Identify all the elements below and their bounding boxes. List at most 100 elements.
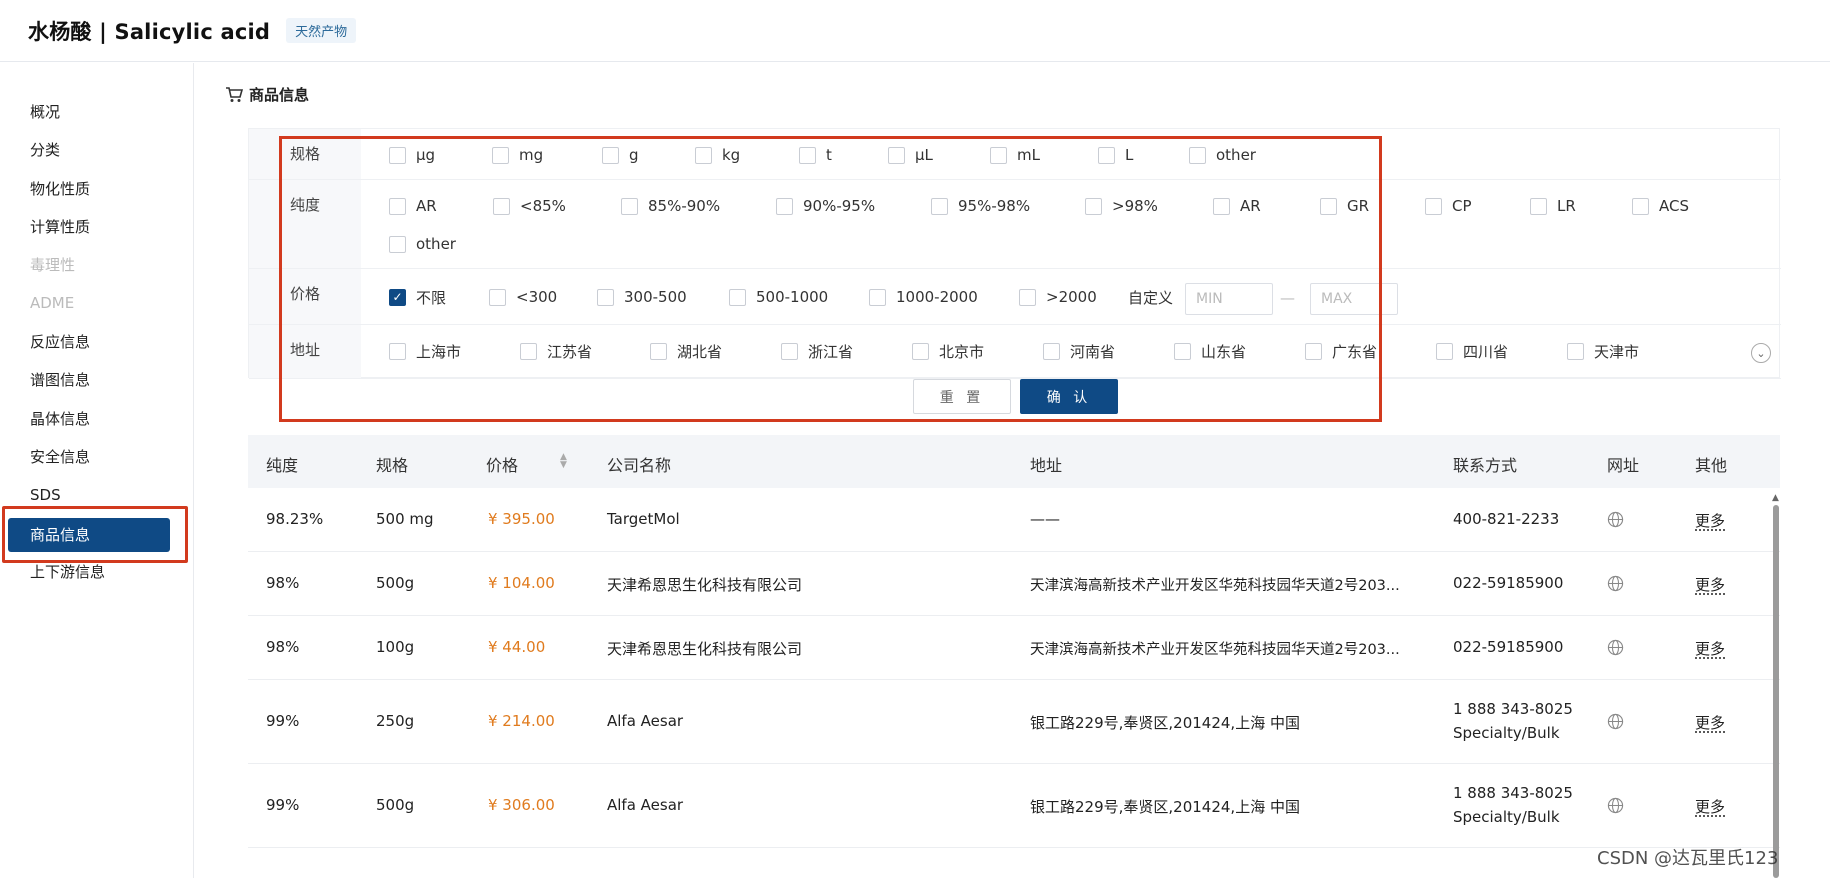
purity-option[interactable]: AR — [1213, 196, 1261, 216]
checkbox[interactable] — [729, 288, 746, 306]
sidebar-item-products[interactable]: 商品信息 — [8, 518, 170, 552]
reset-button[interactable]: 重 置 — [913, 379, 1011, 414]
checkbox[interactable] — [1305, 342, 1322, 360]
spec-option-l[interactable]: L — [1098, 145, 1133, 165]
price-option[interactable]: 300-500 — [597, 287, 687, 307]
checkbox[interactable] — [799, 146, 816, 164]
checkbox[interactable] — [389, 197, 406, 215]
price-option[interactable]: <300 — [489, 287, 557, 307]
spec-option-kg[interactable]: kg — [695, 145, 740, 165]
chevron-down-icon[interactable]: ⌄ — [1751, 343, 1771, 363]
checkbox[interactable] — [1425, 197, 1442, 215]
globe-icon[interactable] — [1607, 639, 1624, 656]
checkbox[interactable] — [888, 146, 905, 164]
checkbox[interactable] — [489, 288, 506, 306]
address-option[interactable]: 广东省 — [1305, 341, 1377, 361]
sidebar-item-computed[interactable]: 计算性质 — [30, 216, 90, 238]
spec-option-ul[interactable]: μL — [888, 145, 933, 165]
checkbox[interactable] — [1043, 342, 1060, 360]
purity-option[interactable]: >98% — [1085, 196, 1158, 216]
purity-option[interactable]: AR — [389, 196, 437, 216]
checkbox[interactable] — [389, 146, 406, 164]
globe-icon[interactable] — [1607, 511, 1624, 528]
globe-icon[interactable] — [1607, 575, 1624, 592]
checkbox[interactable] — [389, 235, 406, 253]
checkbox[interactable] — [869, 288, 886, 306]
sidebar-item-overview[interactable]: 概况 — [30, 101, 60, 123]
vertical-scrollbar[interactable] — [1773, 505, 1779, 878]
sidebar-item-supply-chain[interactable]: 上下游信息 — [30, 561, 105, 583]
price-max-input[interactable]: MAX — [1310, 283, 1398, 315]
checkbox[interactable] — [781, 342, 798, 360]
checkbox[interactable] — [389, 342, 406, 360]
checkbox[interactable] — [1530, 197, 1547, 215]
sort-icon[interactable]: ▲ ▼ — [560, 453, 567, 470]
checkbox[interactable] — [1213, 197, 1230, 215]
more-link[interactable]: 更多 — [1695, 712, 1725, 733]
address-option[interactable]: 上海市 — [389, 341, 461, 361]
sidebar-item-classification[interactable]: 分类 — [30, 139, 60, 161]
checkbox[interactable] — [1174, 342, 1191, 360]
address-option[interactable]: 四川省 — [1436, 341, 1508, 361]
checkbox[interactable] — [990, 146, 1007, 164]
checkbox[interactable] — [650, 342, 667, 360]
checkbox[interactable] — [597, 288, 614, 306]
more-link[interactable]: 更多 — [1695, 510, 1725, 531]
checkbox[interactable] — [492, 146, 509, 164]
sidebar-item-safety[interactable]: 安全信息 — [30, 446, 90, 468]
checkbox[interactable] — [1320, 197, 1337, 215]
checkbox[interactable] — [520, 342, 537, 360]
sidebar-item-crystal[interactable]: 晶体信息 — [30, 408, 90, 430]
price-option[interactable]: 1000-2000 — [869, 287, 978, 307]
purity-option[interactable]: <85% — [493, 196, 566, 216]
purity-option[interactable]: 95%-98% — [931, 196, 1030, 216]
checkbox[interactable] — [602, 146, 619, 164]
checkbox[interactable] — [493, 197, 510, 215]
purity-option[interactable]: 90%-95% — [776, 196, 875, 216]
checkbox[interactable] — [1567, 342, 1584, 360]
checkbox[interactable] — [776, 197, 793, 215]
purity-option[interactable]: GR — [1320, 196, 1369, 216]
purity-option[interactable]: ACS — [1632, 196, 1689, 216]
sidebar-item-sds[interactable]: SDS — [30, 484, 61, 506]
address-option[interactable]: 天津市 — [1567, 341, 1639, 361]
checkbox[interactable] — [1189, 146, 1206, 164]
checkbox[interactable] — [931, 197, 948, 215]
spec-option-g[interactable]: g — [602, 145, 639, 165]
spec-option-mg[interactable]: mg — [492, 145, 543, 165]
checkbox[interactable] — [912, 342, 929, 360]
globe-icon[interactable] — [1607, 713, 1624, 730]
scroll-up-arrow-icon[interactable]: ▲ — [1772, 493, 1779, 503]
purity-option[interactable]: 85%-90% — [621, 196, 720, 216]
sidebar-item-spectra[interactable]: 谱图信息 — [30, 369, 90, 391]
price-option[interactable]: >2000 — [1019, 287, 1097, 307]
sidebar-item-physchem[interactable]: 物化性质 — [30, 178, 90, 200]
sidebar-item-reactions[interactable]: 反应信息 — [30, 331, 90, 353]
spec-option-t[interactable]: t — [799, 145, 832, 165]
address-option[interactable]: 浙江省 — [781, 341, 853, 361]
checkbox[interactable] — [695, 146, 712, 164]
checkbox[interactable] — [1085, 197, 1102, 215]
spec-option-ml[interactable]: mL — [990, 145, 1040, 165]
confirm-button[interactable]: 确 认 — [1020, 379, 1118, 414]
price-option[interactable]: 500-1000 — [729, 287, 828, 307]
checkbox[interactable] — [621, 197, 638, 215]
address-option[interactable]: 湖北省 — [650, 341, 722, 361]
checkbox-checked[interactable]: ✓ — [389, 288, 406, 306]
spec-option-ug[interactable]: μg — [389, 145, 435, 165]
spec-option-other[interactable]: other — [1189, 145, 1256, 165]
price-option-any[interactable]: ✓ 不限 — [389, 287, 446, 307]
checkbox[interactable] — [1436, 342, 1453, 360]
checkbox[interactable] — [1019, 288, 1036, 306]
globe-icon[interactable] — [1607, 797, 1624, 814]
checkbox[interactable] — [1632, 197, 1649, 215]
purity-option[interactable]: LR — [1530, 196, 1576, 216]
address-option[interactable]: 河南省 — [1043, 341, 1115, 361]
address-option[interactable]: 北京市 — [912, 341, 984, 361]
more-link[interactable]: 更多 — [1695, 638, 1725, 659]
more-link[interactable]: 更多 — [1695, 574, 1725, 595]
purity-option[interactable]: CP — [1425, 196, 1472, 216]
price-min-input[interactable]: MIN — [1185, 283, 1273, 315]
checkbox[interactable] — [1098, 146, 1115, 164]
address-option[interactable]: 江苏省 — [520, 341, 592, 361]
